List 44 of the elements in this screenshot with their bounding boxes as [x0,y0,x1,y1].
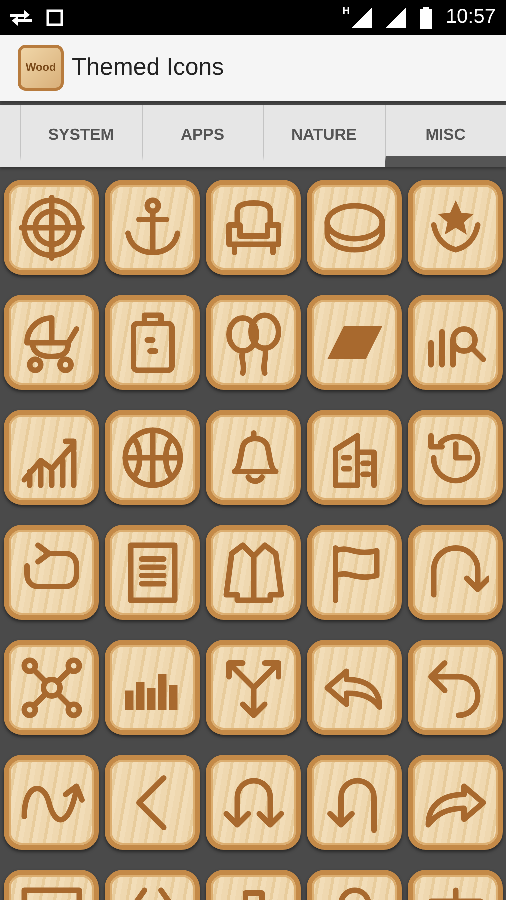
icon-tile[interactable] [206,180,301,275]
icon-tile[interactable] [105,640,200,735]
icon-tile[interactable] [4,410,99,505]
icon-tile[interactable] [408,640,503,735]
icon-tile[interactable] [206,410,301,505]
icon-tile[interactable] [408,525,503,620]
square-icon [46,8,64,26]
icon-tile[interactable] [4,180,99,275]
icon-tile[interactable] [206,295,301,390]
icon-tile[interactable] [307,525,402,620]
icon-tile[interactable] [206,640,301,735]
icon-tile[interactable] [4,755,99,850]
icon-tile[interactable] [4,640,99,735]
app-logo: Wood [18,45,64,91]
icon-tile[interactable] [307,180,402,275]
icon-tile[interactable] [408,755,503,850]
icon-tile[interactable] [4,525,99,620]
target-icon [18,194,84,260]
icon-tile[interactable] [105,295,200,390]
icon-tile[interactable] [408,295,503,390]
app-title: Themed Icons [72,54,224,82]
icon-tile[interactable] [206,755,301,850]
icon-tile[interactable] [408,410,503,505]
icon-tile[interactable] [307,410,402,505]
signal-icon [352,8,372,28]
battery-icon [420,6,432,28]
network-type-label: H [342,6,350,17]
tab[interactable]: MISC [384,105,506,167]
swap-arrows-icon [10,8,32,26]
icon-tile[interactable] [307,295,402,390]
icon-tile[interactable] [307,755,402,850]
icon-tile[interactable] [4,295,99,390]
clock-time: 10:57 [446,6,496,29]
tab[interactable]: APPS [142,105,263,167]
icon-tile[interactable] [105,755,200,850]
icon-tile[interactable] [105,525,200,620]
tab[interactable]: NATURE [263,105,384,167]
icon-tile[interactable] [408,180,503,275]
icon-tile[interactable] [105,410,200,505]
icon-tile[interactable] [206,525,301,620]
signal-icon [386,8,406,28]
icon-tile[interactable] [105,180,200,275]
tab[interactable]: SYSTEM [20,105,142,167]
icon-tile[interactable] [307,640,402,735]
